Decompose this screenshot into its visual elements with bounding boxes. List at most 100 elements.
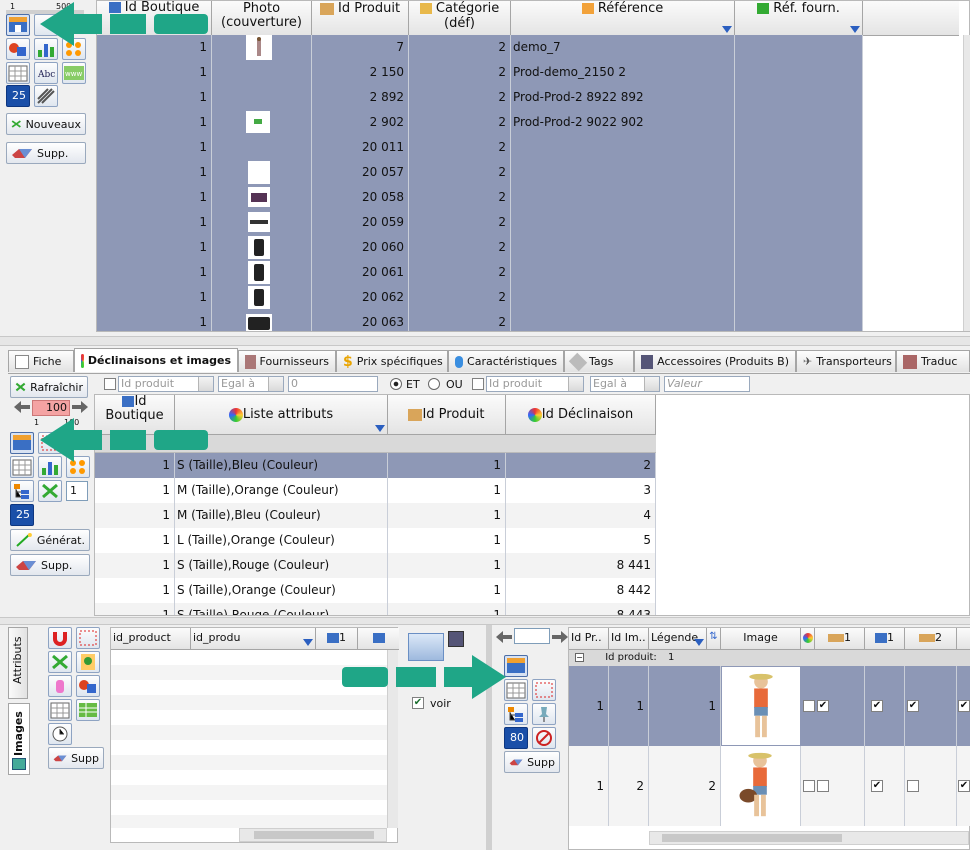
filter-icon[interactable]: [694, 639, 704, 646]
page-count-button[interactable]: 25: [6, 85, 30, 107]
left-grid-hscroll[interactable]: [239, 828, 387, 842]
table-row[interactable]: 1 20 057 2: [97, 160, 863, 185]
tab-tags[interactable]: Tags: [564, 350, 634, 372]
col-id-im[interactable]: Id Im..: [609, 628, 649, 650]
col-shop-2[interactable]: [957, 628, 970, 650]
filter-icon[interactable]: [375, 425, 385, 432]
right-grid-view-button[interactable]: [504, 655, 528, 677]
filter2-checkbox[interactable]: [472, 378, 484, 390]
col-cover-2[interactable]: 2: [905, 628, 957, 650]
right-tree-button[interactable]: [504, 703, 528, 725]
new-image-button[interactable]: [48, 651, 72, 673]
table-row[interactable]: 1 2 150 2 Prod-demo_2150 2: [97, 60, 863, 85]
tab-fournisseurs[interactable]: Fournisseurs: [238, 350, 336, 372]
col-shop-2[interactable]: [358, 628, 399, 650]
arrow-right-icon[interactable]: [552, 631, 568, 643]
table-row[interactable]: 1M (Taille),Bleu (Couleur) 1 4: [95, 503, 656, 528]
tab-traduc[interactable]: Traduc: [896, 350, 970, 372]
table-row[interactable]: 1 20 011 2: [97, 135, 863, 160]
hand-button[interactable]: [48, 675, 72, 697]
checkbox[interactable]: [907, 780, 919, 792]
tab-fiche[interactable]: Fiche: [8, 350, 74, 372]
shapes-button[interactable]: [6, 38, 30, 60]
filter2-value[interactable]: Valeur: [664, 376, 750, 392]
table-row[interactable]: 1 20 060 2: [97, 235, 863, 260]
right-nocamera-button[interactable]: [532, 727, 556, 749]
arrow-left-icon[interactable]: [14, 401, 30, 413]
table-row[interactable]: 1 20 058 2: [97, 185, 863, 210]
arrow-left-icon[interactable]: [496, 631, 512, 643]
right-pin-button[interactable]: [532, 703, 556, 725]
checkbox[interactable]: ✔: [958, 780, 970, 792]
splitter-top[interactable]: [0, 336, 970, 346]
checkbox[interactable]: ✔: [817, 700, 829, 712]
table-row[interactable]: 1 1 1 ✔ ✔ ✔ ✔: [569, 666, 970, 746]
photo-button[interactable]: [76, 651, 100, 673]
col-ref-fourn[interactable]: Réf. fourn.: [735, 1, 863, 36]
col-cover-1[interactable]: 1: [815, 628, 865, 650]
calendar-button[interactable]: [48, 699, 72, 721]
col-shop-1[interactable]: 1: [316, 628, 358, 650]
checkbox[interactable]: ✔: [907, 700, 919, 712]
filter-icon[interactable]: [303, 639, 313, 646]
mid-supp-button[interactable]: Supp.: [10, 554, 90, 576]
col-sort[interactable]: ⇅: [707, 628, 721, 650]
col-photo[interactable]: Photo (couverture): [212, 1, 312, 36]
select-zone-button[interactable]: [76, 627, 100, 649]
right-supp-button[interactable]: Supp: [504, 751, 560, 773]
table-row[interactable]: 1S (Taille),Rouge (Couleur) 1 8 443: [95, 603, 656, 615]
arrow-right-icon[interactable]: [72, 401, 88, 413]
col-id-produit[interactable]: Id Produit: [388, 395, 506, 435]
col-reference[interactable]: Référence: [511, 1, 735, 36]
nouveaux-button[interactable]: Nouveaux: [6, 113, 86, 135]
right-select-zone-button[interactable]: [532, 679, 556, 701]
checkbox[interactable]: ✔: [871, 700, 883, 712]
table-row[interactable]: 1 2 892 2 Prod-Prod-2 8922 892: [97, 85, 863, 110]
refresh-button[interactable]: Rafraîchir: [10, 376, 88, 398]
et-radio[interactable]: [390, 378, 402, 390]
ou-radio[interactable]: [428, 378, 440, 390]
tab-accessoires[interactable]: Accessoires (Produits B): [634, 350, 796, 372]
checkbox[interactable]: [817, 780, 829, 792]
side-tab-attributs[interactable]: Attributs: [8, 627, 28, 699]
table-row[interactable]: 1 2 2 ✔ ✔: [569, 746, 970, 826]
table-green-button[interactable]: [76, 699, 100, 721]
table-row[interactable]: 1L (Taille),Orange (Couleur) 1 5: [95, 528, 656, 553]
generer-button[interactable]: Générat.: [10, 529, 90, 551]
stripes-button[interactable]: [34, 85, 58, 107]
table-row[interactable]: 1S (Taille),Orange (Couleur) 1 8 442: [95, 578, 656, 603]
tab-prix[interactable]: $ Prix spécifiques: [336, 350, 448, 372]
image-group-row[interactable]: − Id produit: 1: [569, 650, 970, 666]
right-range-input[interactable]: [514, 628, 550, 644]
filter1-value[interactable]: 0: [288, 376, 378, 392]
col-id-produit[interactable]: Id Produit: [312, 1, 409, 36]
table-row[interactable]: 1M (Taille),Orange (Couleur) 1 3: [95, 478, 656, 503]
clock-button[interactable]: [48, 723, 72, 745]
checkbox[interactable]: [803, 780, 815, 792]
supp-button[interactable]: Supp.: [6, 142, 86, 164]
col-id-product[interactable]: id_product: [111, 628, 191, 650]
table-row[interactable]: 1 20 061 2: [97, 260, 863, 285]
top-vertical-scrollbar[interactable]: [963, 35, 970, 331]
filter1-field[interactable]: Id produit: [118, 376, 214, 392]
checkbox[interactable]: ✔: [871, 780, 883, 792]
splitter-bottom[interactable]: [0, 617, 970, 625]
side-tab-images[interactable]: Images: [8, 703, 30, 775]
filter-icon[interactable]: [850, 26, 860, 33]
col-categorie[interactable]: Catégorie (déf): [409, 1, 511, 36]
filter1-checkbox[interactable]: [104, 378, 116, 390]
col-legende[interactable]: Légende: [649, 628, 707, 650]
hscroll-thumb[interactable]: [662, 834, 842, 842]
table-row[interactable]: 1 20 062 2: [97, 285, 863, 310]
col-palette[interactable]: [801, 628, 815, 650]
mid-grid-view-button[interactable]: [10, 432, 34, 454]
right-grid-hscroll[interactable]: [649, 831, 969, 845]
table-row[interactable]: 1 20 063 2: [97, 310, 863, 331]
table-row[interactable]: 1 2 902 2 Prod-Prod-2 9022 902: [97, 110, 863, 135]
shapes-button[interactable]: [76, 675, 100, 697]
calendar-button[interactable]: [6, 62, 30, 84]
table-row[interactable]: 1 7 2 demo_7: [97, 35, 863, 60]
table-row[interactable]: 1 20 059 2: [97, 210, 863, 235]
mid-tree-button[interactable]: [10, 480, 34, 502]
hscroll-thumb[interactable]: [254, 831, 374, 839]
